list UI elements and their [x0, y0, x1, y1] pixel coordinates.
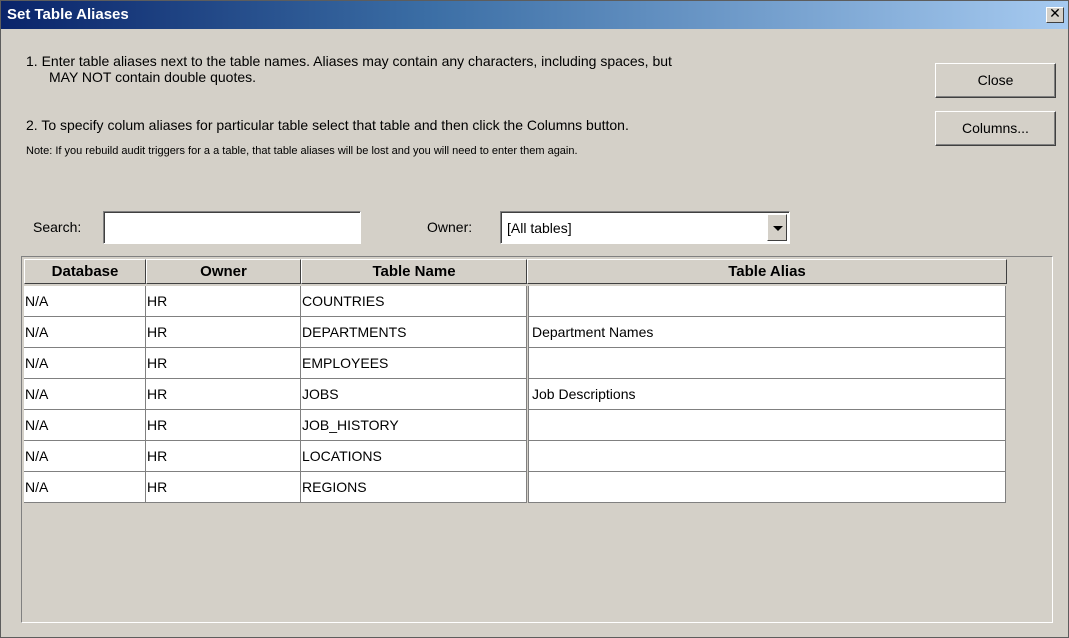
note-text: Note: If you rebuild audit triggers for … — [26, 145, 578, 157]
titlebar: Set Table Aliases ✕ — [1, 1, 1068, 29]
cell-database: N/A — [24, 286, 146, 317]
cell-database: N/A — [24, 410, 146, 441]
column-header-database[interactable]: Database — [24, 259, 146, 284]
instruction-2: 2. To specify colum aliases for particul… — [26, 117, 629, 133]
window-title: Set Table Aliases — [7, 6, 129, 23]
cell-table-name: EMPLOYEES — [301, 348, 527, 379]
owner-select[interactable]: [All tables] — [500, 211, 790, 244]
chevron-down-icon — [773, 226, 783, 231]
cell-table-name: LOCATIONS — [301, 441, 527, 472]
column-header-table-name[interactable]: Table Name — [301, 259, 527, 284]
alias-input[interactable] — [528, 441, 1006, 472]
cell-table-name: JOBS — [301, 379, 527, 410]
owner-select-value: [All tables] — [507, 220, 572, 236]
cell-owner: HR — [146, 410, 301, 441]
alias-input[interactable] — [528, 286, 1006, 317]
owner-label: Owner: — [427, 219, 473, 235]
cell-table-name: DEPARTMENTS — [301, 317, 527, 348]
set-table-aliases-window: Set Table Aliases ✕ 1. Enter table alias… — [0, 0, 1069, 638]
cell-owner: HR — [146, 286, 301, 317]
cell-owner: HR — [146, 441, 301, 472]
cell-owner: HR — [146, 379, 301, 410]
columns-button[interactable]: Columns... — [935, 111, 1056, 146]
column-header-table-alias[interactable]: Table Alias — [527, 259, 1007, 284]
instruction-1-line-a: 1. Enter table aliases next to the table… — [26, 53, 672, 69]
cell-table-name: COUNTRIES — [301, 286, 527, 317]
cell-database: N/A — [24, 379, 146, 410]
column-header-owner[interactable]: Owner — [146, 259, 301, 284]
cell-table-name: JOB_HISTORY — [301, 410, 527, 441]
alias-input[interactable]: Job Descriptions — [528, 379, 1006, 410]
alias-input[interactable] — [528, 348, 1006, 379]
instruction-1: 1. Enter table aliases next to the table… — [26, 53, 916, 85]
close-icon[interactable]: ✕ — [1046, 7, 1064, 23]
alias-input[interactable] — [528, 472, 1006, 503]
cell-database: N/A — [24, 317, 146, 348]
search-label: Search: — [33, 219, 82, 235]
cell-table-name: REGIONS — [301, 472, 527, 503]
instruction-1-line-b: MAY NOT contain double quotes. — [49, 69, 257, 85]
cell-database: N/A — [24, 472, 146, 503]
cell-database: N/A — [24, 441, 146, 472]
cell-owner: HR — [146, 348, 301, 379]
alias-input[interactable]: Department Names — [528, 317, 1006, 348]
owner-dropdown-button[interactable] — [767, 214, 787, 241]
cell-owner: HR — [146, 317, 301, 348]
aliases-grid: Database Owner Table Name Table Alias N/… — [21, 256, 1053, 623]
cell-owner: HR — [146, 472, 301, 503]
close-button[interactable]: Close — [935, 63, 1056, 98]
search-input[interactable] — [103, 211, 361, 244]
alias-input[interactable] — [528, 410, 1006, 441]
cell-database: N/A — [24, 348, 146, 379]
